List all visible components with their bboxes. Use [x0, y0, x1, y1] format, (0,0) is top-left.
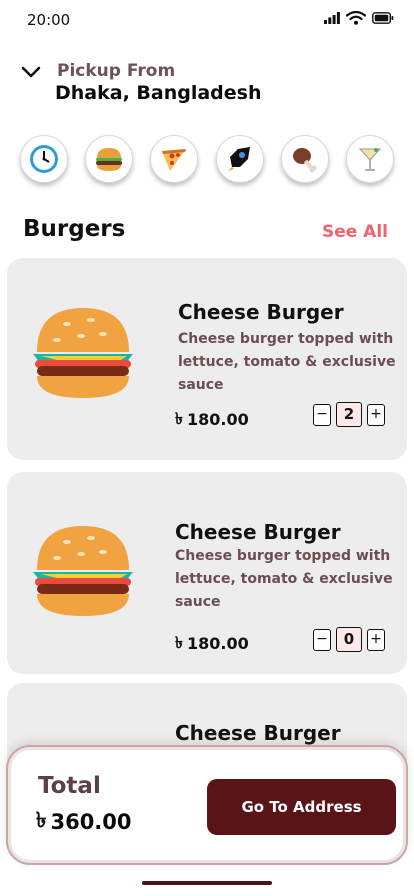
category-meat[interactable]: [280, 135, 329, 183]
increase-button[interactable]: +: [367, 404, 385, 426]
product-name: Cheese Burger: [175, 721, 341, 745]
clock-icon: [30, 145, 58, 173]
section-title: Burgers: [23, 216, 126, 242]
quantity-value: 0: [336, 627, 362, 652]
see-all-link[interactable]: See All: [322, 222, 388, 242]
chevron-down-icon[interactable]: [20, 64, 42, 80]
status-time: 20:00: [27, 11, 71, 29]
price-value: 180.00: [186, 634, 249, 653]
increase-button[interactable]: +: [367, 629, 385, 651]
total-panel: Total ৳ 360.00 Go To Address: [6, 745, 408, 865]
currency-symbol: ৳: [175, 409, 183, 428]
pickup-location-selector[interactable]: Pickup From Dhaka, Bangladesh: [20, 60, 400, 110]
currency-symbol: ৳: [175, 633, 183, 652]
price-value: 180.00: [186, 410, 249, 429]
wifi-icon: [346, 11, 366, 25]
quantity-stepper: − 2 +: [313, 402, 385, 427]
cheese-burger-image: [33, 526, 133, 616]
battery-icon: [372, 12, 394, 24]
category-clock[interactable]: [20, 135, 68, 183]
cheese-burger-image: [33, 308, 133, 398]
product-price: ৳ 180.00: [175, 406, 249, 433]
pizza-icon: [162, 149, 187, 171]
product-card[interactable]: Cheese Burger Cheese burger topped with …: [7, 472, 407, 674]
total-amount: ৳ 360.00: [36, 804, 132, 839]
burger-icon: [96, 148, 123, 171]
product-name: Cheese Burger: [175, 520, 341, 544]
category-row: [20, 135, 394, 183]
pickup-location[interactable]: Dhaka, Bangladesh: [55, 82, 262, 104]
pickup-label: Pickup From: [57, 61, 176, 81]
rocket-icon: [227, 147, 250, 171]
total-value: 360.00: [50, 809, 132, 834]
category-pizza[interactable]: [150, 135, 199, 183]
status-icons: [324, 11, 394, 25]
quantity-stepper: − 0 +: [313, 627, 385, 652]
meat-leg-icon: [292, 148, 317, 173]
product-description: Cheese burger topped with lettuce, tomat…: [178, 331, 396, 393]
currency-symbol: ৳: [36, 808, 47, 832]
cocktail-icon: [358, 148, 382, 171]
decrease-button[interactable]: −: [313, 629, 331, 651]
category-cocktail[interactable]: [345, 135, 394, 183]
product-card[interactable]: Cheese Burger Cheese burger topped with …: [7, 258, 407, 460]
category-rocket[interactable]: [215, 135, 264, 183]
quantity-value: 2: [336, 402, 362, 427]
product-description: Cheese burger topped with lettuce, tomat…: [175, 548, 393, 610]
total-label: Total: [38, 773, 101, 799]
category-burger[interactable]: [85, 135, 134, 183]
home-indicator: [142, 881, 272, 885]
go-to-address-button[interactable]: Go To Address: [207, 779, 396, 835]
decrease-button[interactable]: −: [313, 404, 331, 426]
signal-icon: [324, 12, 340, 24]
product-price: ৳ 180.00: [175, 630, 249, 657]
status-bar: 20:00: [0, 0, 414, 40]
product-name: Cheese Burger: [178, 300, 344, 324]
